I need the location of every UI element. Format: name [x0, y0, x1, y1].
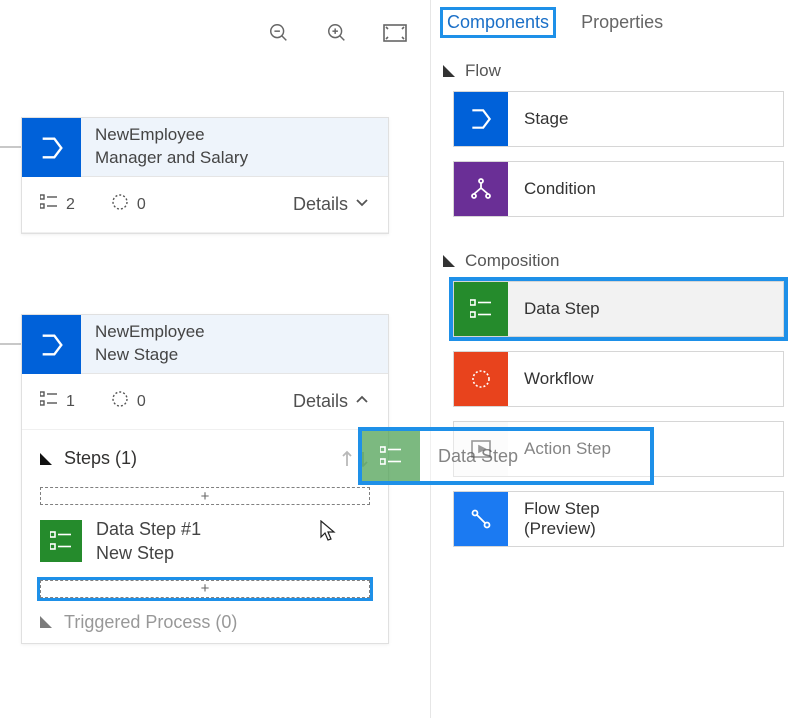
canvas: NewEmployee Manager and Salary 2 0 Detai… — [0, 0, 430, 718]
flow-step-line1: Flow Step — [524, 499, 783, 519]
workflow-count: 0 — [137, 196, 146, 214]
section-flow-label: Flow — [465, 61, 501, 81]
cursor-icon — [320, 520, 338, 548]
component-label: Data Step — [508, 299, 783, 319]
component-label: Workflow — [508, 369, 783, 389]
section-composition-label: Composition — [465, 251, 560, 271]
stage-card[interactable]: NewEmployee Manager and Salary 2 0 Detai… — [21, 117, 389, 234]
right-panel: Components Properties Flow Stage Conditi… — [430, 0, 806, 718]
steps-icon — [40, 194, 58, 215]
details-label: Details — [293, 194, 348, 215]
stage-name-label: New Stage — [95, 344, 205, 367]
triggered-label: Triggered Process (0) — [64, 612, 237, 633]
component-label: Flow Step (Preview) — [508, 499, 783, 540]
steps-count: 1 — [66, 393, 75, 411]
fit-screen-button[interactable] — [380, 18, 410, 48]
stage-entity-label: NewEmployee — [95, 124, 248, 147]
steps-icon — [40, 391, 58, 412]
tab-properties[interactable]: Properties — [577, 10, 667, 35]
component-condition[interactable]: Condition — [453, 161, 784, 217]
canvas-toolbar — [264, 18, 410, 48]
add-icon: + — [201, 580, 210, 597]
component-stage[interactable]: Stage — [453, 91, 784, 147]
steps-header[interactable]: Steps (1) — [40, 442, 370, 483]
workflow-count-icon — [111, 390, 129, 413]
connector-line — [0, 343, 21, 345]
steps-count: 2 — [66, 196, 75, 214]
stage-card[interactable]: NewEmployee New Stage 1 0 Details — [21, 314, 389, 644]
add-icon: + — [201, 488, 210, 505]
step-subtitle: New Step — [96, 541, 201, 565]
section-composition[interactable]: Composition — [431, 231, 806, 281]
chevron-up-icon — [354, 391, 370, 412]
triggered-process-header[interactable]: Triggered Process (0) — [40, 602, 370, 633]
data-step-icon — [454, 282, 508, 336]
stage-meta: 1 0 Details — [22, 374, 388, 430]
stage-header: NewEmployee Manager and Salary — [22, 118, 388, 177]
workflow-icon — [454, 352, 508, 406]
connector-line — [0, 146, 21, 148]
chevron-down-icon — [354, 194, 370, 215]
tab-components[interactable]: Components — [443, 10, 553, 35]
data-step-icon — [40, 520, 82, 562]
expand-triangle-icon — [40, 453, 52, 465]
stage-icon — [22, 315, 81, 374]
drag-ghost-label: Data Step — [420, 446, 518, 467]
panel-tabs: Components Properties — [431, 0, 806, 41]
drag-ghost-data-step: Data Step — [358, 427, 654, 485]
zoom-in-button[interactable] — [322, 18, 352, 48]
stage-icon — [454, 92, 508, 146]
component-label: Condition — [508, 179, 783, 199]
condition-icon — [454, 162, 508, 216]
section-flow[interactable]: Flow — [431, 41, 806, 91]
component-workflow[interactable]: Workflow — [453, 351, 784, 407]
details-toggle[interactable]: Details — [293, 194, 370, 215]
flow-step-line2: (Preview) — [524, 519, 783, 539]
stage-meta: 2 0 Details — [22, 177, 388, 233]
data-step-icon — [362, 431, 420, 481]
flow-step-icon — [454, 492, 508, 546]
component-flow-step[interactable]: Flow Step (Preview) — [453, 491, 784, 547]
component-data-step[interactable]: Data Step — [453, 281, 784, 337]
drop-slot[interactable]: + — [40, 487, 370, 505]
workflow-count: 0 — [137, 393, 146, 411]
details-label: Details — [293, 391, 348, 412]
zoom-out-button[interactable] — [264, 18, 294, 48]
workflow-count-icon — [111, 193, 129, 216]
expand-triangle-icon — [40, 616, 52, 628]
expand-triangle-icon — [443, 255, 455, 267]
stage-entity-label: NewEmployee — [95, 321, 205, 344]
stage-header: NewEmployee New Stage — [22, 315, 388, 374]
stage-name-label: Manager and Salary — [95, 147, 248, 170]
expand-triangle-icon — [443, 65, 455, 77]
step-title: Data Step #1 — [96, 517, 201, 541]
details-toggle[interactable]: Details — [293, 391, 370, 412]
component-label: Stage — [508, 109, 783, 129]
steps-header-label: Steps (1) — [64, 448, 137, 469]
stage-icon — [22, 118, 81, 177]
drop-slot-active[interactable]: + — [40, 580, 370, 598]
